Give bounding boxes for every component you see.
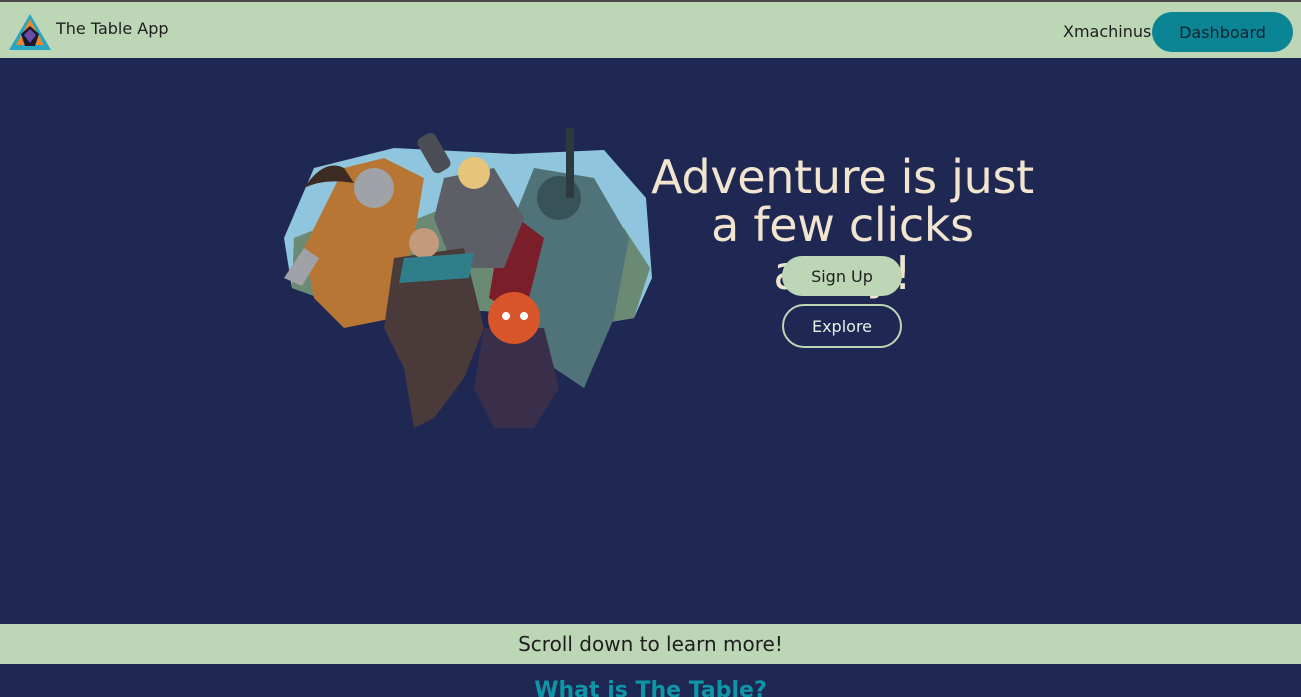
dashboard-button[interactable]: Dashboard [1152, 12, 1293, 52]
username-label[interactable]: Xmachinus [1063, 22, 1151, 41]
sign-up-button[interactable]: Sign Up [782, 256, 902, 296]
brand[interactable]: The Table App [8, 12, 169, 52]
top-navbar: The Table App Xmachinus Dashboard [0, 0, 1301, 58]
scroll-hint-text: Scroll down to learn more! [518, 632, 783, 656]
app-name: The Table App [56, 18, 169, 38]
explore-button[interactable]: Explore [782, 304, 902, 348]
d20-triangle-logo-icon [9, 14, 51, 50]
adventurers-illustration [284, 128, 652, 428]
scroll-banner: Scroll down to learn more! [0, 624, 1301, 664]
section-title: What is The Table? [534, 678, 767, 697]
